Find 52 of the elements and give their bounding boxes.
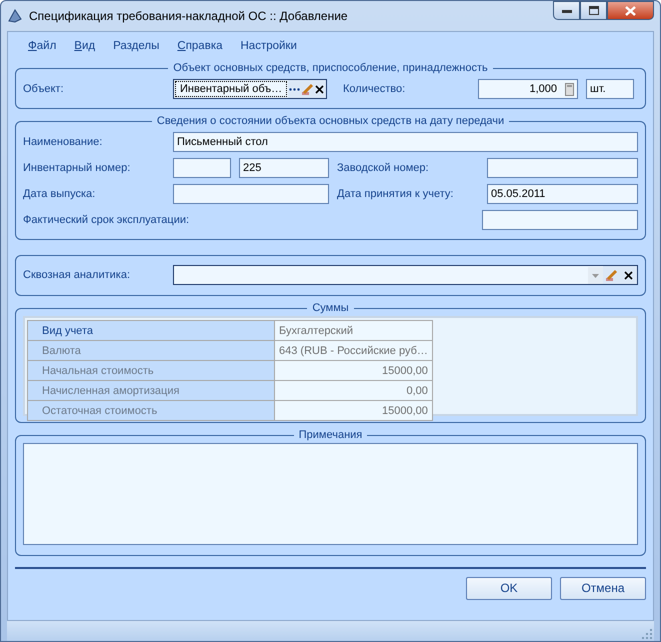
calculator-icon[interactable]	[565, 82, 574, 96]
accept-date-field[interactable]: 05.05.2011	[487, 184, 638, 204]
field-label: Дата выпуска:	[23, 187, 96, 202]
group-title: Сведения о состоянии объекта основных средств на дату передачи	[156, 116, 506, 128]
minimize-icon	[562, 8, 572, 12]
factory-number-field[interactable]	[487, 158, 638, 178]
field-label: Количество:	[343, 82, 406, 97]
notes-field[interactable]	[23, 443, 638, 546]
field-label: Объект:	[23, 82, 65, 97]
resize-grip-icon[interactable]	[642, 629, 652, 639]
dialog-button[interactable]: Отмена	[560, 576, 646, 600]
group-title: Объект основных средств, приспособление, принадлежность	[172, 63, 489, 74]
inventory-number-field[interactable]: 225	[239, 158, 329, 178]
table-cell: 643 (RUB - Российские руб…	[274, 340, 432, 361]
table-cell: 0,00	[274, 380, 432, 401]
table-cell: 15000,00	[274, 400, 432, 421]
field-label: Дата принятия к учету:	[337, 187, 454, 202]
field-label: Заводской номер:	[337, 161, 430, 176]
table-cell: 15000,00	[274, 360, 432, 381]
menu-item[interactable]: Справка	[168, 36, 232, 58]
unit-field[interactable]: шт.	[586, 79, 634, 100]
edit-icon[interactable]	[603, 266, 620, 284]
menu-item[interactable]: Настройки	[232, 36, 306, 58]
name-field[interactable]: Письменный стол	[173, 132, 638, 152]
quantity-field[interactable]: 1,000	[478, 79, 578, 100]
maximize-icon	[588, 6, 598, 15]
menu-item[interactable]: Файл	[19, 36, 66, 58]
more-icon[interactable]	[288, 80, 301, 98]
close-button[interactable]	[607, 1, 654, 20]
service-life-field[interactable]	[482, 210, 638, 230]
menu-item[interactable]: Разделы	[104, 36, 168, 58]
release-date-field[interactable]	[173, 184, 329, 204]
field-label: Сквозная аналитика:	[23, 268, 132, 283]
menu-item[interactable]: Вид	[65, 36, 104, 58]
app-icon	[7, 8, 23, 24]
group-title: Примечания	[298, 430, 364, 442]
field-label: Инвентарный номер:	[23, 161, 132, 176]
object-field[interactable]: Инвентарный объ…	[173, 79, 327, 100]
clear-icon[interactable]	[314, 80, 326, 98]
analytics-field[interactable]	[173, 265, 638, 286]
group-title: Суммы	[311, 303, 350, 314]
window-title: Спецификация требования-накладной ОС :: Добавление	[29, 8, 348, 25]
field-label: Наименование:	[23, 135, 104, 150]
minimize-button[interactable]	[553, 1, 580, 20]
table-cell: Бухгалтерский	[274, 320, 432, 341]
row-label[interactable]: Вид учета	[28, 320, 274, 341]
maximize-button[interactable]	[580, 1, 607, 20]
clear-icon[interactable]	[620, 266, 637, 284]
inventory-prefix-field[interactable]	[173, 158, 231, 178]
close-icon	[625, 6, 636, 16]
field-label: Фактический срок эксплуатации:	[23, 213, 190, 228]
dialog-button[interactable]: OK	[466, 576, 552, 600]
